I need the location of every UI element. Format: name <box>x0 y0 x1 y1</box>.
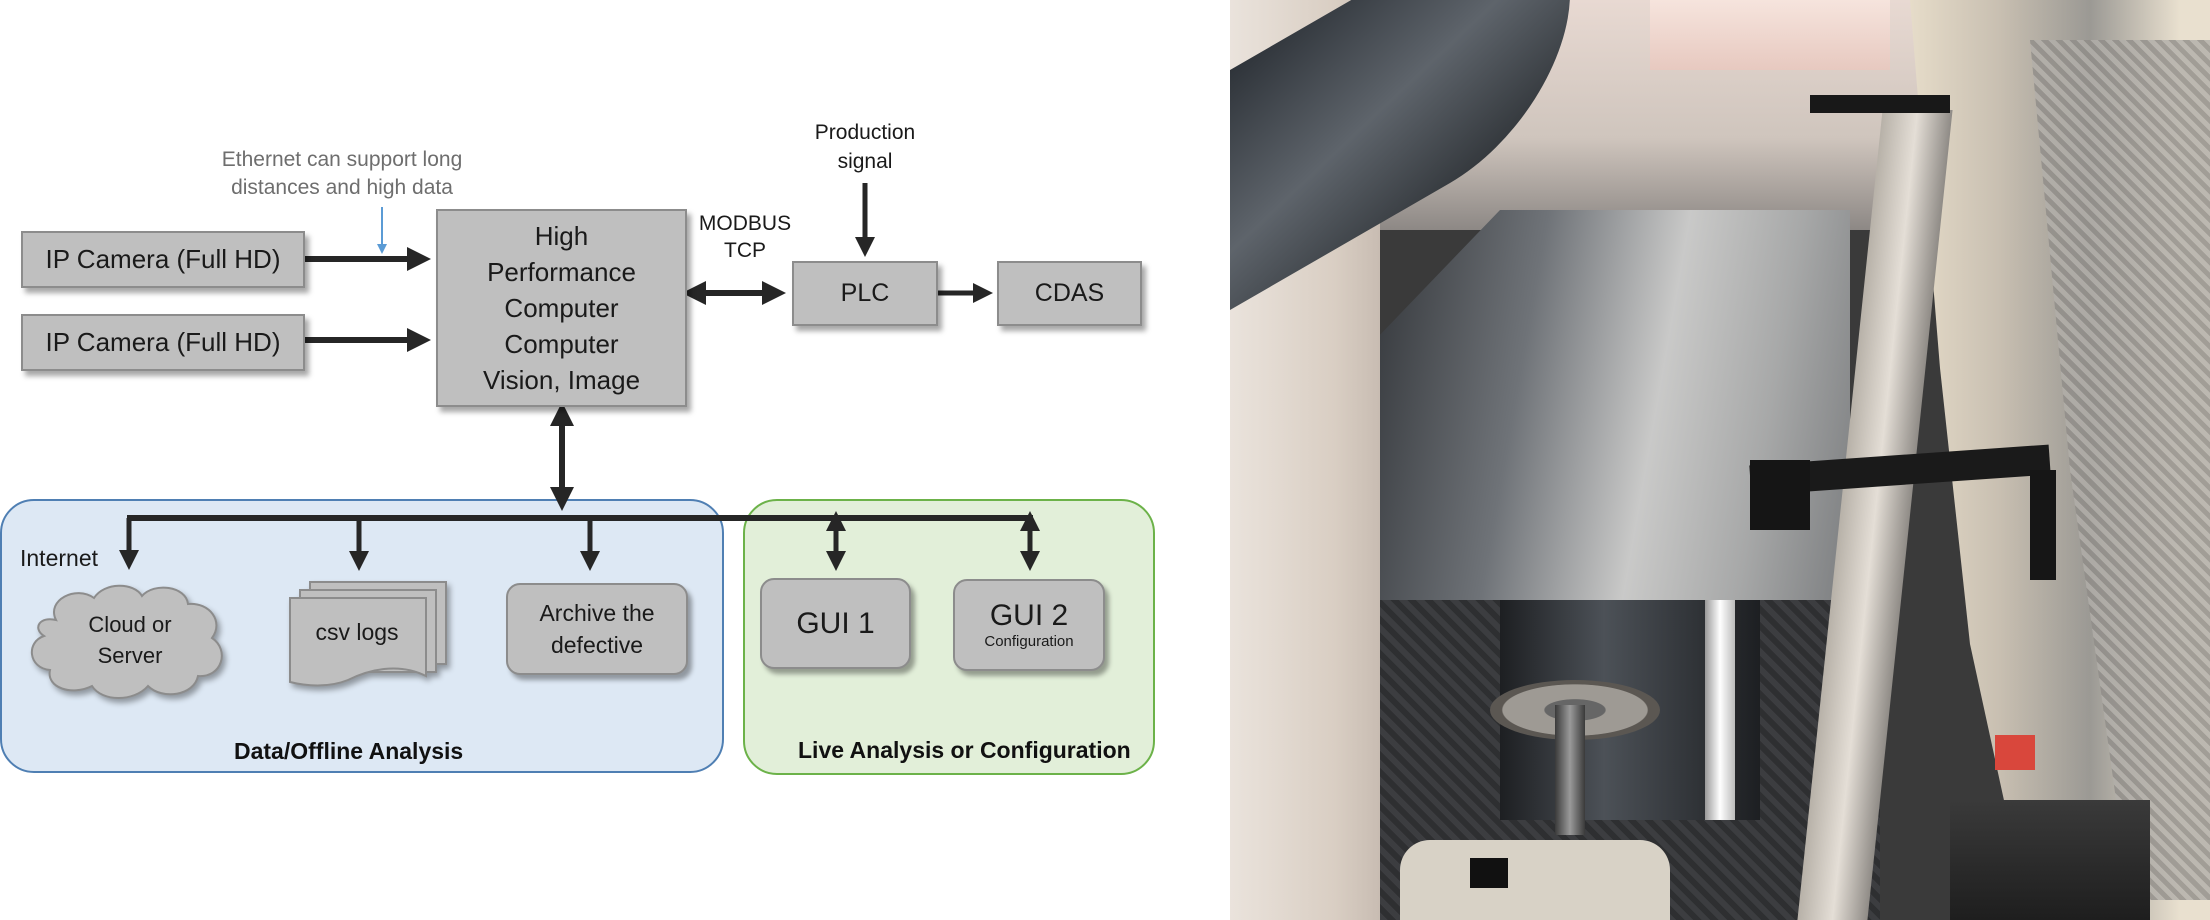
modbus-label-line2: TCP <box>724 239 766 262</box>
plc-label: PLC <box>840 279 890 307</box>
photo-top-camera-mount <box>1810 95 1950 113</box>
photo-motor-unit <box>1950 800 2150 920</box>
computer-label-line1: High <box>534 221 589 251</box>
ip-camera-2-label: IP Camera (Full HD) <box>45 327 281 357</box>
gui2-label: GUI 2 <box>989 599 1069 632</box>
photo-light-reflection <box>1705 600 1735 820</box>
cloud-label-line2: Server <box>97 643 163 668</box>
ip-camera-1-label: IP Camera (Full HD) <box>45 244 281 274</box>
photo-window <box>1650 0 1890 70</box>
ethernet-annotation-line2: distances and high data <box>231 176 453 199</box>
cdas-label: CDAS <box>1034 279 1105 307</box>
production-line-photo <box>1230 0 2210 920</box>
gui2-sublabel: Configuration <box>984 633 1074 650</box>
internet-label: Internet <box>20 545 98 571</box>
cloud-label-line1: Cloud or <box>88 612 172 637</box>
gui2-box: GUI 2 Configuration <box>953 579 1105 671</box>
csv-logs-node: csv logs <box>288 581 448 692</box>
cdas-box: CDAS <box>997 261 1142 326</box>
photo-roll-shaft <box>1555 705 1585 835</box>
production-signal-line2: signal <box>837 150 893 173</box>
photo-camera-bracket <box>2030 470 2056 580</box>
ethernet-annotation-line1: Ethernet can support long <box>221 148 463 171</box>
ethernet-annotation: Ethernet can support long distances and … <box>192 146 492 202</box>
modbus-label-line1: MODBUS <box>698 212 792 235</box>
ip-camera-1: IP Camera (Full HD) <box>21 231 305 288</box>
photo-base-label <box>1470 858 1508 888</box>
computer-label-line4: Computer <box>504 329 619 359</box>
gui1-box: GUI 1 <box>760 578 911 669</box>
photo-metal-sheet <box>1350 210 1850 600</box>
archive-defective-box: Archive the defective <box>506 583 688 675</box>
photo-machine-base <box>1400 840 1670 920</box>
archive-label-line2: defective <box>550 632 644 658</box>
high-performance-computer: High Performance Computer Computer Visio… <box>436 209 687 407</box>
computer-label-line2: Performance <box>487 257 636 287</box>
computer-label-line3: Computer <box>504 293 619 323</box>
production-signal-label: Production signal <box>800 118 930 176</box>
photo-red-tag <box>1995 735 2035 770</box>
plc-box: PLC <box>792 261 938 326</box>
archive-label-line1: Archive the <box>539 600 655 626</box>
computer-label-line5: Vision, Image <box>482 365 641 395</box>
csv-logs-label: csv logs <box>315 618 399 645</box>
gui1-label: GUI 1 <box>796 606 875 640</box>
cloud-server-node: Cloud or Server <box>26 580 234 700</box>
modbus-tcp-label: MODBUS TCP <box>690 210 800 264</box>
connector-arrows <box>119 183 1040 571</box>
production-signal-line1: Production <box>814 121 916 144</box>
system-architecture-diagram: Data/Offline Analysis Live Analysis or C… <box>0 0 1200 920</box>
photo-camera-icon <box>1750 460 1810 530</box>
ip-camera-2: IP Camera (Full HD) <box>21 314 305 371</box>
